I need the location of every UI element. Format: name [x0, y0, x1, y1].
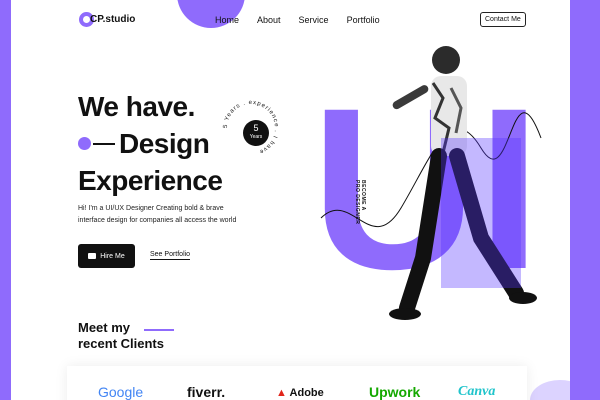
hire-me-button[interactable]: Hire Me: [78, 244, 135, 268]
logo[interactable]: CP.studio: [79, 12, 135, 27]
logo-text: CP.studio: [90, 14, 136, 25]
badge-number: 5: [253, 123, 259, 133]
hero-headline: We have. Design Experience: [78, 88, 223, 199]
brand-fiverr: fiverr.: [187, 384, 226, 400]
headline-line-2: Design: [119, 128, 210, 159]
accent-dot-line: [78, 137, 115, 150]
headline-line-3: Experience: [78, 165, 223, 196]
badge-unit: Years: [249, 134, 263, 140]
nav-item-home[interactable]: Home: [215, 15, 239, 25]
intro-text: Hi! I'm a UI/UX Designer Creating bold &…: [78, 203, 278, 227]
page-frame: CP.studio Home About Service Portfolio C…: [11, 0, 570, 400]
nav-item-service[interactable]: Service: [299, 15, 329, 25]
experience-badge: 5 Years . experience . I have 5 Years: [219, 96, 283, 160]
brand-adobe: ▲ Adobe: [276, 387, 324, 399]
see-portfolio-link[interactable]: See Portfolio: [150, 251, 191, 260]
nav-item-about[interactable]: About: [257, 15, 281, 25]
hero-illustration: UI: [311, 46, 542, 320]
mail-icon: [88, 253, 97, 259]
main-nav: Home About Service Portfolio: [215, 15, 380, 25]
intro-line-1: Hi! I'm a UI/UX Designer Creating bold &…: [78, 205, 224, 212]
headline-line-1: We have.: [78, 91, 195, 122]
intro-line-2: interface design for companies all acces…: [78, 217, 237, 224]
brand-google: Google: [98, 384, 144, 400]
hire-me-label: Hire Me: [100, 252, 125, 260]
adobe-icon: ▲: [276, 387, 287, 399]
become-pro-designer-tag: BECOME A PRO DESIGNER: [354, 180, 366, 225]
decorative-corner-shape: [530, 380, 570, 400]
nav-item-portfolio[interactable]: Portfolio: [347, 15, 380, 25]
badge-center: 5 Years: [243, 120, 269, 146]
brand-upwork: Upwork: [369, 384, 421, 400]
brand-canva: Canva: [458, 384, 496, 399]
clients-accent-line: [144, 329, 174, 331]
clients-title: Meet my recent Clients: [78, 320, 164, 351]
contact-me-button[interactable]: Contact Me: [480, 12, 526, 27]
